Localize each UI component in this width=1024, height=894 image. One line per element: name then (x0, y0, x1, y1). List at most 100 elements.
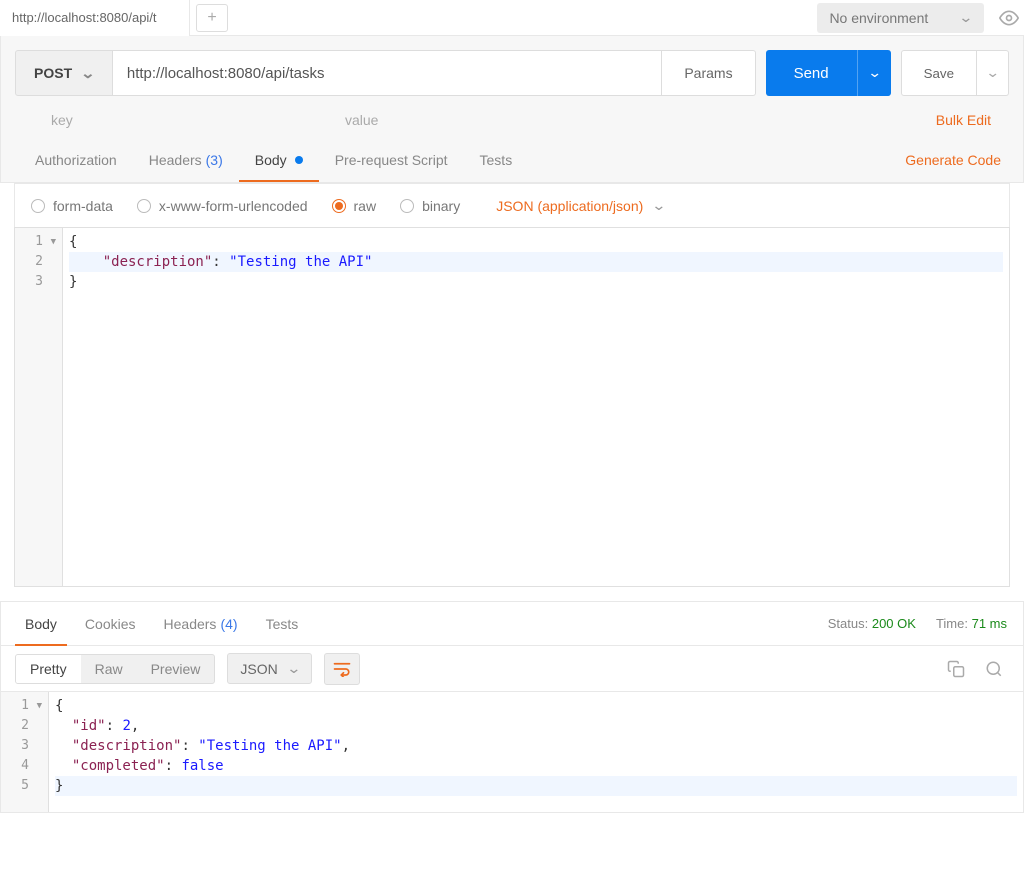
send-group: Send ⌄ (766, 50, 891, 96)
kv-value-cell[interactable]: value (345, 112, 645, 128)
line-number: 2 (21, 716, 29, 736)
chevron-down-icon: ⌄ (959, 9, 974, 26)
tab-label: Cookies (85, 616, 136, 632)
environment-selector[interactable]: No environment ⌄ (817, 3, 984, 33)
kv-value-placeholder: value (345, 112, 378, 128)
radio-icon (31, 199, 45, 213)
tab-response-cookies[interactable]: Cookies (71, 602, 150, 646)
line-number: 5 (21, 776, 29, 796)
radio-icon (400, 199, 414, 213)
view-label: Preview (151, 661, 201, 677)
body-options-row: form-data x-www-form-urlencoded raw bina… (14, 183, 1010, 227)
tab-prerequest[interactable]: Pre-request Script (319, 138, 464, 182)
params-button[interactable]: Params (662, 50, 755, 96)
view-tabs: Pretty Raw Preview (15, 654, 215, 684)
code-area[interactable]: { "description": "Testing the API" } (63, 228, 1009, 586)
request-body-editor[interactable]: 1▼ 2 3 { "description": "Testing the API… (14, 227, 1010, 587)
add-tab-button[interactable]: + (196, 4, 228, 32)
editor-gutter: 1▼ 2 3 (15, 228, 63, 586)
headers-count: (3) (206, 152, 223, 168)
tab-headers[interactable]: Headers (3) (133, 138, 239, 182)
code-text: { (55, 698, 63, 714)
editor-gutter: 1▼ 2 3 4 5 (1, 692, 49, 812)
tab-authorization[interactable]: Authorization (19, 138, 133, 182)
tab-body[interactable]: Body (239, 138, 319, 182)
view-raw[interactable]: Raw (81, 655, 137, 683)
code-text: { (69, 234, 77, 250)
response-body-editor[interactable]: 1▼ 2 3 4 5 { "id": 2, "description": "Te… (1, 692, 1023, 812)
environment-label: No environment (829, 10, 928, 26)
chevron-down-icon: ⌄ (652, 197, 667, 214)
code-text: "completed" (72, 758, 165, 774)
tab-response-tests[interactable]: Tests (252, 602, 313, 646)
params-label: Params (684, 65, 732, 81)
fold-icon[interactable]: ▼ (32, 696, 42, 716)
request-panel: POST ⌄ Params Send ⌄ Save ⌄ key (0, 36, 1024, 183)
code-area[interactable]: { "id": 2, "description": "Testing the A… (49, 692, 1023, 812)
radio-raw[interactable]: raw (332, 198, 377, 214)
tab-response-body[interactable]: Body (11, 602, 71, 646)
radio-icon (332, 199, 346, 213)
line-number: 3 (21, 736, 29, 756)
environment-preview-button[interactable] (994, 3, 1024, 33)
response-content-type-select[interactable]: JSON ⌄ (227, 653, 312, 684)
view-preview[interactable]: Preview (137, 655, 215, 683)
send-button[interactable]: Send (766, 50, 857, 96)
method-label: POST (34, 65, 72, 81)
bulk-edit-label: Bulk Edit (936, 112, 991, 128)
kv-key-cell[interactable]: key (15, 112, 345, 128)
response-toolbar: Pretty Raw Preview JSON ⌄ (1, 646, 1023, 692)
response-tabs: Body Cookies Headers (4) Tests Status: 2… (1, 602, 1023, 646)
code-text: false (181, 758, 223, 774)
time-label: Time: (936, 616, 968, 631)
code-text: 2 (122, 718, 130, 734)
tab-label: Body (25, 616, 57, 632)
generate-code-link[interactable]: Generate Code (905, 152, 1005, 168)
radio-binary[interactable]: binary (400, 198, 460, 214)
code-text: "Testing the API" (229, 254, 372, 270)
wrap-lines-button[interactable] (324, 653, 360, 685)
code-text: } (55, 778, 63, 794)
content-type-label: JSON (application/json) (496, 198, 643, 214)
chevron-down-icon: ⌄ (985, 65, 1000, 81)
request-tab[interactable]: http://localhost:8080/api/t (0, 0, 190, 36)
save-button[interactable]: Save (901, 50, 977, 96)
radio-label: binary (422, 198, 460, 214)
url-input[interactable] (113, 50, 662, 96)
code-text: "id" (72, 718, 106, 734)
tab-label: Tests (480, 152, 513, 168)
request-row: POST ⌄ Params Send ⌄ Save ⌄ (15, 50, 1009, 96)
code-text: "Testing the API" (198, 738, 341, 754)
content-type-select[interactable]: JSON (application/json) ⌄ (496, 197, 665, 214)
code-text: "description" (72, 738, 182, 754)
copy-button[interactable] (941, 654, 971, 684)
radio-form-data[interactable]: form-data (31, 198, 113, 214)
request-tabs: Authorization Headers (3) Body Pre-reque… (15, 138, 1009, 182)
radio-urlencoded[interactable]: x-www-form-urlencoded (137, 198, 308, 214)
tab-response-headers[interactable]: Headers (4) (150, 602, 252, 646)
code-text: "description" (103, 254, 213, 270)
modified-dot-icon (295, 156, 303, 164)
fold-icon[interactable]: ▼ (46, 232, 56, 252)
search-button[interactable] (979, 654, 1009, 684)
plus-icon: + (207, 9, 216, 27)
bulk-edit-link[interactable]: Bulk Edit (936, 112, 991, 128)
line-number: 2 (35, 252, 43, 272)
send-dropdown-button[interactable]: ⌄ (857, 50, 891, 96)
view-label: Pretty (30, 661, 67, 677)
status-value: 200 OK (872, 616, 916, 631)
tab-tests[interactable]: Tests (464, 138, 529, 182)
radio-label: form-data (53, 198, 113, 214)
line-number: 1 (21, 696, 29, 716)
save-dropdown-button[interactable]: ⌄ (977, 50, 1009, 96)
radio-label: raw (354, 198, 377, 214)
line-number: 4 (21, 756, 29, 776)
view-pretty[interactable]: Pretty (16, 655, 81, 683)
generate-code-label: Generate Code (905, 152, 1001, 168)
method-select[interactable]: POST ⌄ (15, 50, 113, 96)
chevron-down-icon: ⌄ (286, 660, 301, 677)
response-meta: Status: 200 OK Time: 71 ms (828, 616, 1013, 631)
eye-icon (999, 8, 1019, 28)
code-text: } (69, 274, 77, 290)
headers-count: (4) (220, 616, 237, 632)
